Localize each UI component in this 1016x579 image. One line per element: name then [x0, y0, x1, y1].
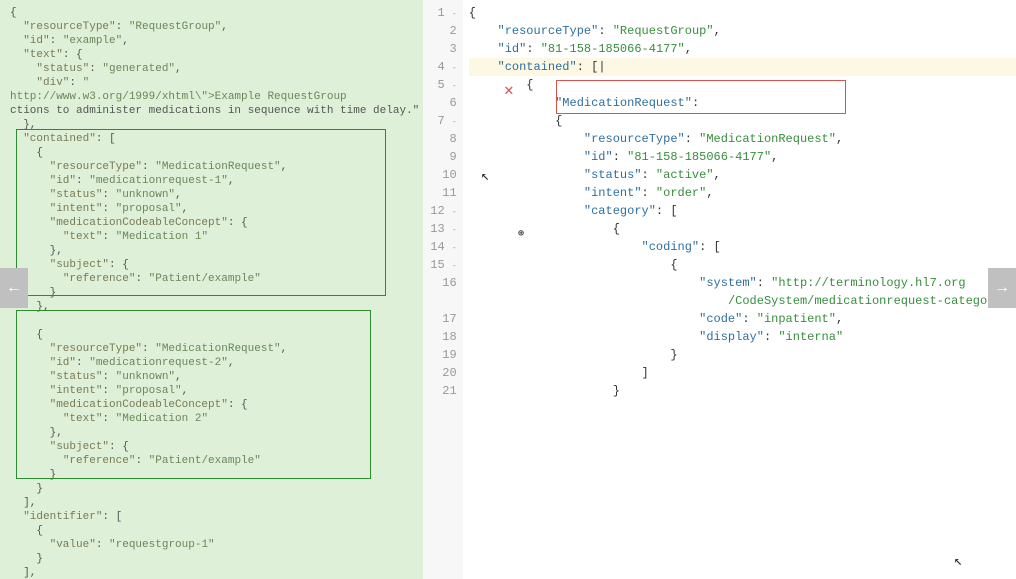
line-number: 3: [423, 40, 457, 58]
code-line: {: [10, 146, 413, 160]
arrow-right-icon: →: [997, 281, 1007, 295]
code-line: "subject": {: [10, 440, 413, 454]
line-number: 1 -: [423, 4, 457, 22]
line-number: 18: [423, 328, 457, 346]
code-line: "code": "inpatient",: [469, 310, 1016, 328]
line-number: [423, 292, 457, 310]
code-line: "div": "http://www.w3.org/1999/xhtml\">E…: [10, 76, 413, 104]
code-area[interactable]: { "resourceType": "RequestGroup", "id": …: [463, 0, 1016, 579]
code-line: "id": "81-158-185066-4177",: [469, 148, 1016, 166]
line-number: 11: [423, 184, 457, 202]
code-line: "status": "active",: [469, 166, 1016, 184]
code-line: ctions to administer medications in sequ…: [10, 104, 413, 118]
line-number: 13 -: [423, 220, 457, 238]
code-line: "resourceType": "MedicationRequest",: [10, 342, 413, 356]
code-line: "contained": [: [10, 132, 413, 146]
code-line: "display": "interna": [469, 328, 1016, 346]
code-line: "status": "unknown",: [10, 370, 413, 384]
line-number: 15 -: [423, 256, 457, 274]
code-line: ],: [10, 566, 413, 579]
line-number: 8: [423, 130, 457, 148]
code-line: },: [10, 300, 413, 314]
code-line: "identifier": [: [10, 510, 413, 524]
left-code-pane[interactable]: { "resourceType": "RequestGroup", "id": …: [0, 0, 423, 579]
code-line: "status": "unknown",: [10, 188, 413, 202]
next-arrow-button[interactable]: →: [988, 268, 1016, 308]
code-line: {: [10, 524, 413, 538]
line-number: 12 -: [423, 202, 457, 220]
code-line: "text": "Medication 1": [10, 230, 413, 244]
line-number: 20: [423, 364, 457, 382]
code-line: }: [10, 552, 413, 566]
code-line: {: [10, 328, 413, 342]
code-line: "MedicationRequest":: [469, 94, 1016, 112]
code-line: "medicationCodeableConcept": {: [10, 216, 413, 230]
line-number: 4 -: [423, 58, 457, 76]
code-line: {: [10, 6, 413, 20]
line-gutter: 1 -234 -5 -67 -89101112 -13 -14 -15 -16 1…: [423, 0, 463, 579]
code-line: {: [469, 76, 1016, 94]
code-line: [10, 314, 413, 328]
code-line: /CodeSystem/medicationrequest-category",: [469, 292, 1016, 310]
line-number: 5 -: [423, 76, 457, 94]
line-number: 9: [423, 148, 457, 166]
code-line: "resourceType": "MedicationRequest",: [469, 130, 1016, 148]
code-line: ]: [469, 364, 1016, 382]
line-number: 19: [423, 346, 457, 364]
code-line: {: [469, 220, 1016, 238]
line-number: 21: [423, 382, 457, 400]
code-line: }: [469, 346, 1016, 364]
code-line: "id": "example",: [10, 34, 413, 48]
code-line: {: [469, 112, 1016, 130]
code-line: "resourceType": "RequestGroup",: [469, 22, 1016, 40]
code-line: "text": {: [10, 48, 413, 62]
line-number: 10: [423, 166, 457, 184]
code-line: ],: [10, 496, 413, 510]
line-number: 16: [423, 274, 457, 292]
code-line: "system": "http://terminology.hl7.org: [469, 274, 1016, 292]
code-line: {: [469, 256, 1016, 274]
split-view: { "resourceType": "RequestGroup", "id": …: [0, 0, 1016, 579]
code-line: "reference": "Patient/example": [10, 272, 413, 286]
code-line: "resourceType": "MedicationRequest",: [10, 160, 413, 174]
code-line: "contained": [|: [469, 58, 1016, 76]
code-line: {: [469, 4, 1016, 22]
code-line: "reference": "Patient/example": [10, 454, 413, 468]
code-line: "value": "requestgroup-1": [10, 538, 413, 552]
code-line: },: [10, 118, 413, 132]
code-line: "text": "Medication 2": [10, 412, 413, 426]
line-number: 17: [423, 310, 457, 328]
code-line: "coding": [: [469, 238, 1016, 256]
code-line: }: [10, 482, 413, 496]
right-code-pane[interactable]: 1 -234 -5 -67 -89101112 -13 -14 -15 -16 1…: [423, 0, 1016, 579]
line-number: 14 -: [423, 238, 457, 256]
prev-arrow-button[interactable]: ←: [0, 268, 28, 308]
code-line: "id": "medicationrequest-1",: [10, 174, 413, 188]
code-line: "id": "medicationrequest-2",: [10, 356, 413, 370]
code-line: "category": [: [469, 202, 1016, 220]
code-line: "intent": "proposal",: [10, 384, 413, 398]
line-number: 6: [423, 94, 457, 112]
code-line: "intent": "order",: [469, 184, 1016, 202]
code-line: },: [10, 426, 413, 440]
code-line: "intent": "proposal",: [10, 202, 413, 216]
code-line: }: [10, 286, 413, 300]
line-number: 7 -: [423, 112, 457, 130]
code-line: "medicationCodeableConcept": {: [10, 398, 413, 412]
code-line: "resourceType": "RequestGroup",: [10, 20, 413, 34]
code-line: "status": "generated",: [10, 62, 413, 76]
code-line: }: [10, 468, 413, 482]
line-number: 2: [423, 22, 457, 40]
arrow-left-icon: ←: [9, 281, 19, 295]
code-line: }: [469, 382, 1016, 400]
code-line: },: [10, 244, 413, 258]
code-line: "id": "81-158-185066-4177",: [469, 40, 1016, 58]
code-line: "subject": {: [10, 258, 413, 272]
